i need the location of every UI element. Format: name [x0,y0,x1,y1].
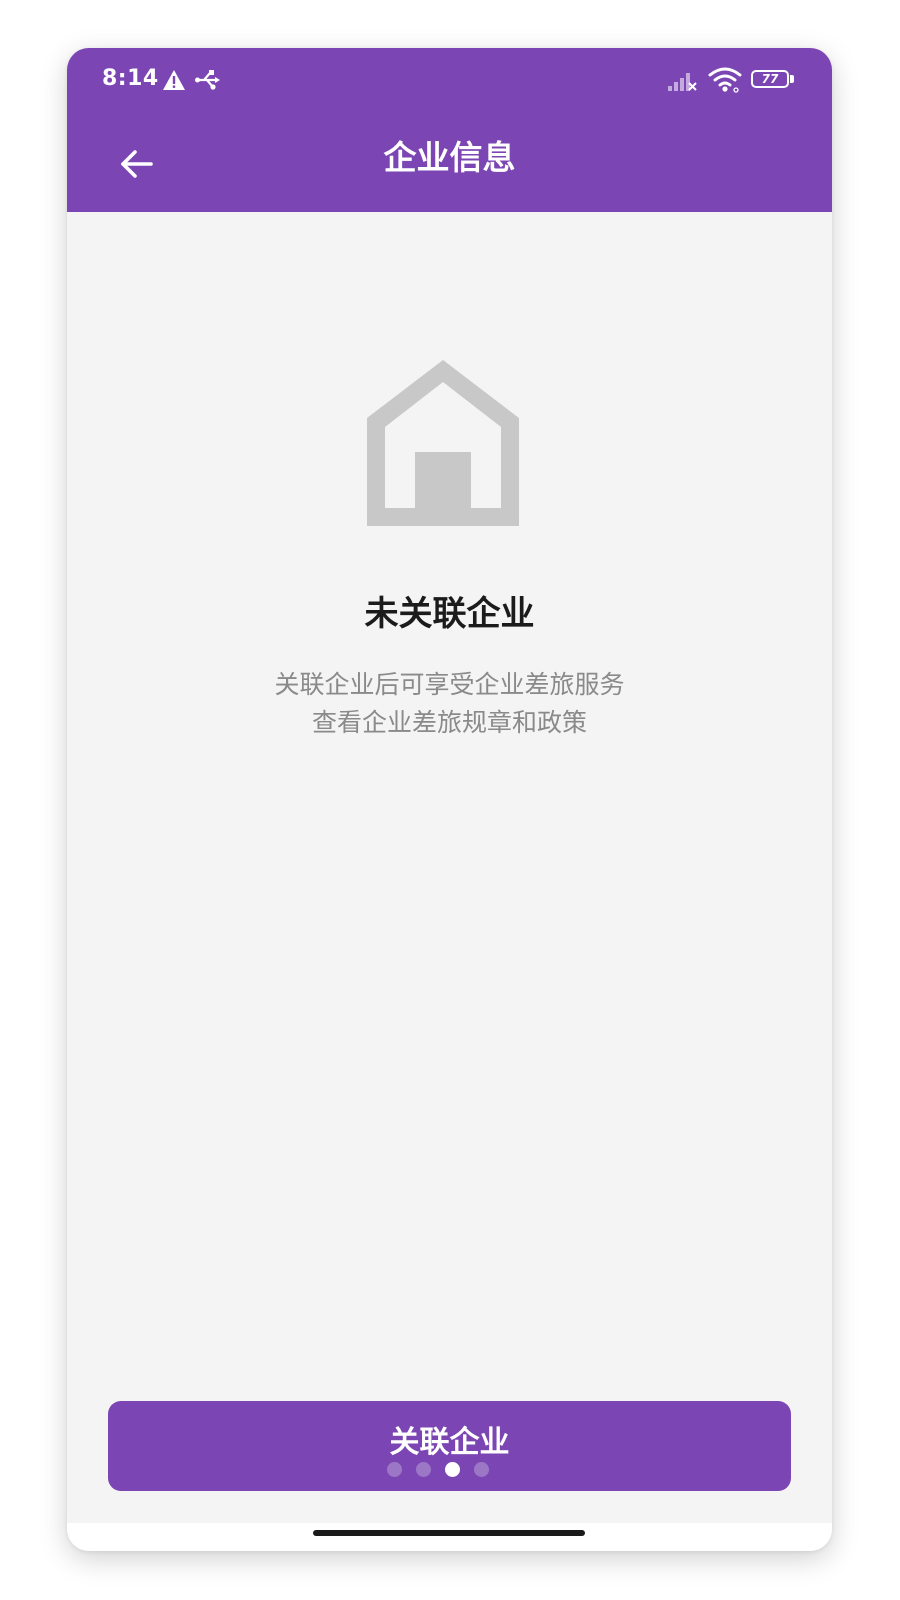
description-line-1: 关联企业后可享受企业差旅服务 [274,670,625,699]
phone-screen: 8:14 77 企业信息 未关联企业 关联企业后可享受企业差旅服务 查看企业差旅… [67,48,832,1551]
page-title: 企业信息 [383,138,516,177]
description-line-2: 查看企业差旅规章和政策 [311,708,587,737]
home-indicator[interactable] [313,1530,585,1536]
house-icon [367,360,519,526]
page-indicator [67,1462,820,1478]
wifi-icon [708,67,742,93]
status-bar: 8:14 77 [67,48,832,118]
header: 8:14 77 企业信息 [67,48,832,212]
signal-icon [668,73,697,91]
battery-tip [790,75,794,83]
navigation-bar: 企业信息 [67,118,832,212]
empty-state-title: 未关联企业 [364,594,535,634]
page-dot [473,1462,489,1477]
battery-level: 77 [751,70,789,88]
arrow-left-icon [121,150,153,178]
page-dot-active [444,1462,460,1477]
page-dot [415,1462,431,1477]
bottom-safe-area [67,1523,832,1551]
empty-state-description: 关联企业后可享受企业差旅服务 查看企业差旅规章和政策 [67,666,832,742]
back-button[interactable] [109,136,165,192]
page-dot [386,1462,402,1477]
warning-icon [163,70,185,90]
status-time: 8:14 [102,66,159,91]
usb-icon [195,70,220,90]
battery-icon: 77 [751,70,795,90]
